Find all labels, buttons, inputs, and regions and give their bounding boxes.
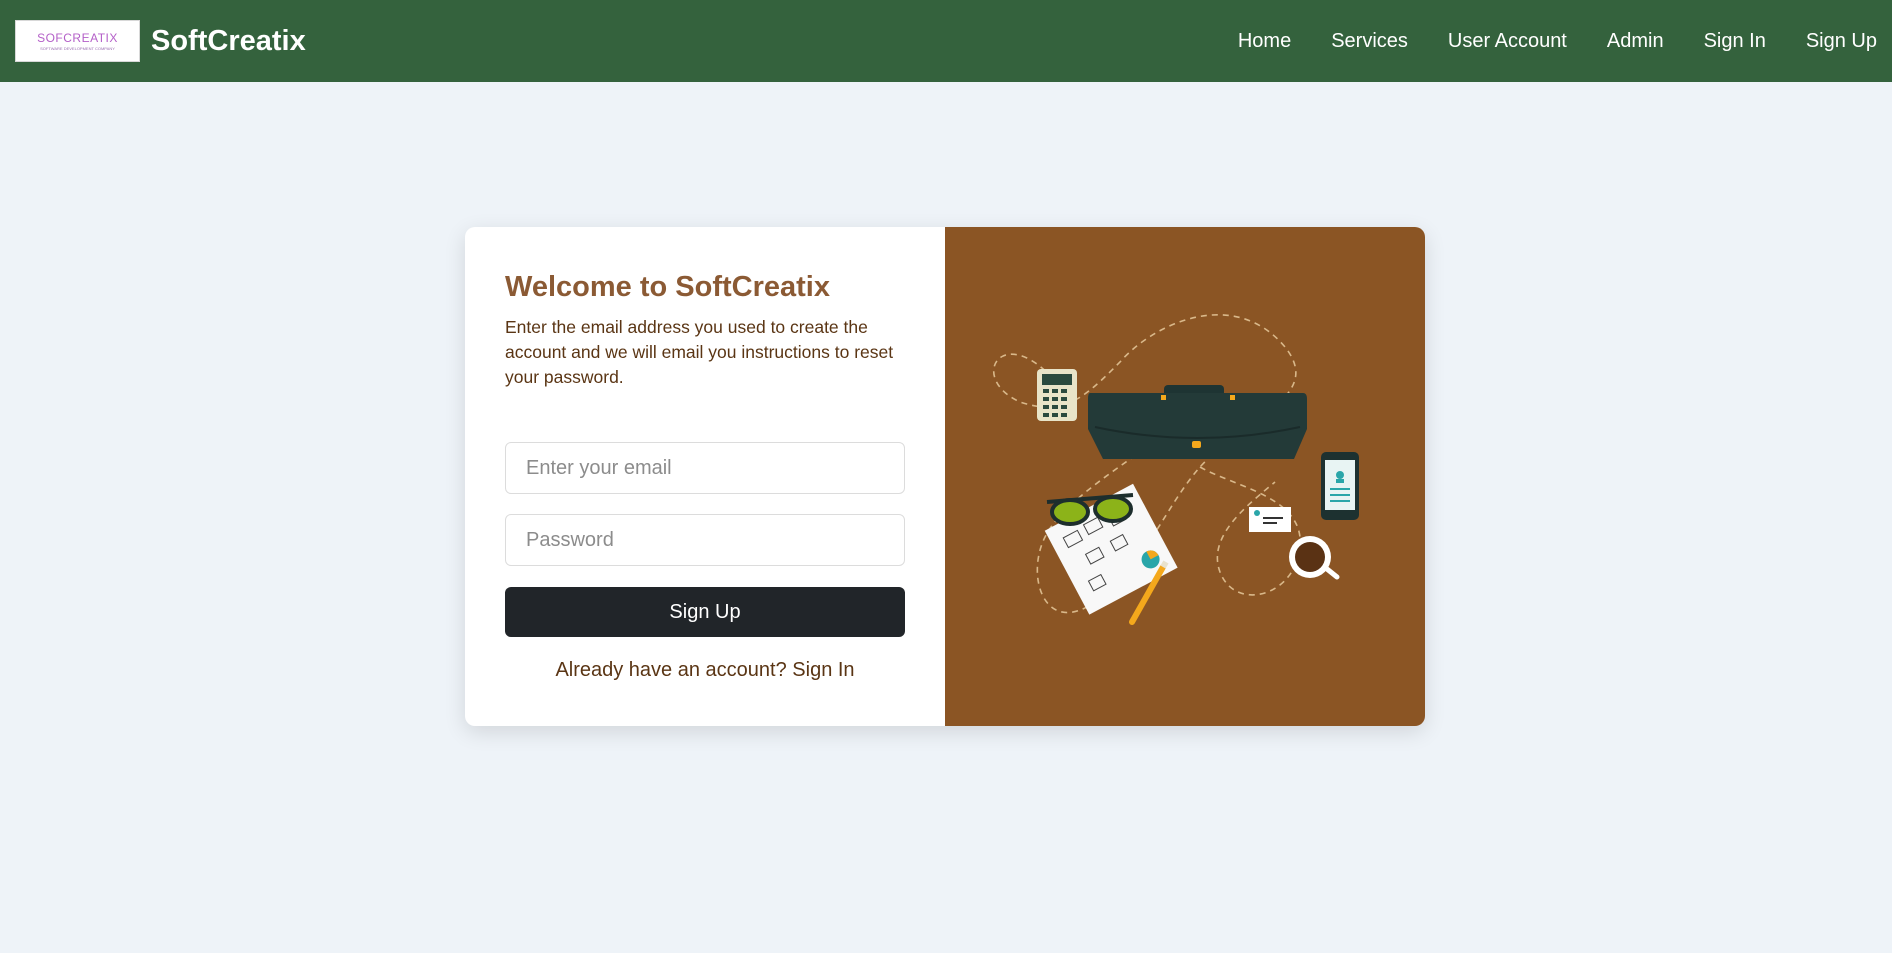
nav-sign-up[interactable]: Sign Up xyxy=(1806,30,1877,53)
form-description: Enter the email address you used to crea… xyxy=(505,317,894,387)
logo[interactable]: SOFCREATIX SOFTWARE DEVELOPMENT COMPANY xyxy=(15,20,140,62)
brand-name[interactable]: SoftCreatix xyxy=(151,25,306,58)
phone-icon xyxy=(1321,452,1359,520)
password-input[interactable] xyxy=(505,514,905,566)
nav-services[interactable]: Services xyxy=(1331,30,1408,53)
nav-user-account[interactable]: User Account xyxy=(1448,30,1567,53)
switch-auth-line: Already have an account? Sign In xyxy=(505,659,905,682)
coffee-cup-icon xyxy=(1289,536,1340,580)
workspace-illustration xyxy=(992,314,1359,625)
nav-sign-in[interactable]: Sign In xyxy=(1704,30,1766,53)
business-card-icon xyxy=(1249,507,1291,532)
nav-home[interactable]: Home xyxy=(1238,30,1291,53)
form-title: Welcome to SoftCreatix xyxy=(505,271,830,303)
form-panel: Welcome to SoftCreatix Enter the email a… xyxy=(465,227,945,726)
logo-text: SOFCREATIX xyxy=(37,30,118,45)
email-input[interactable] xyxy=(505,442,905,494)
logo-tagline: SOFTWARE DEVELOPMENT COMPANY xyxy=(40,45,115,51)
illustration-panel xyxy=(945,227,1425,726)
sign-up-button[interactable]: Sign Up xyxy=(505,587,905,637)
nav-links: Home Services User Account Admin Sign In… xyxy=(1238,0,1877,82)
briefcase-icon xyxy=(1088,385,1307,459)
switch-prefix: Already have an account? xyxy=(555,659,787,681)
signup-card: Welcome to SoftCreatix Enter the email a… xyxy=(465,227,1425,726)
sign-in-link[interactable]: Sign In xyxy=(792,659,854,681)
nav-admin[interactable]: Admin xyxy=(1607,30,1664,53)
calculator-icon xyxy=(1037,369,1077,421)
top-navbar: SOFCREATIX SOFTWARE DEVELOPMENT COMPANY … xyxy=(0,0,1892,82)
